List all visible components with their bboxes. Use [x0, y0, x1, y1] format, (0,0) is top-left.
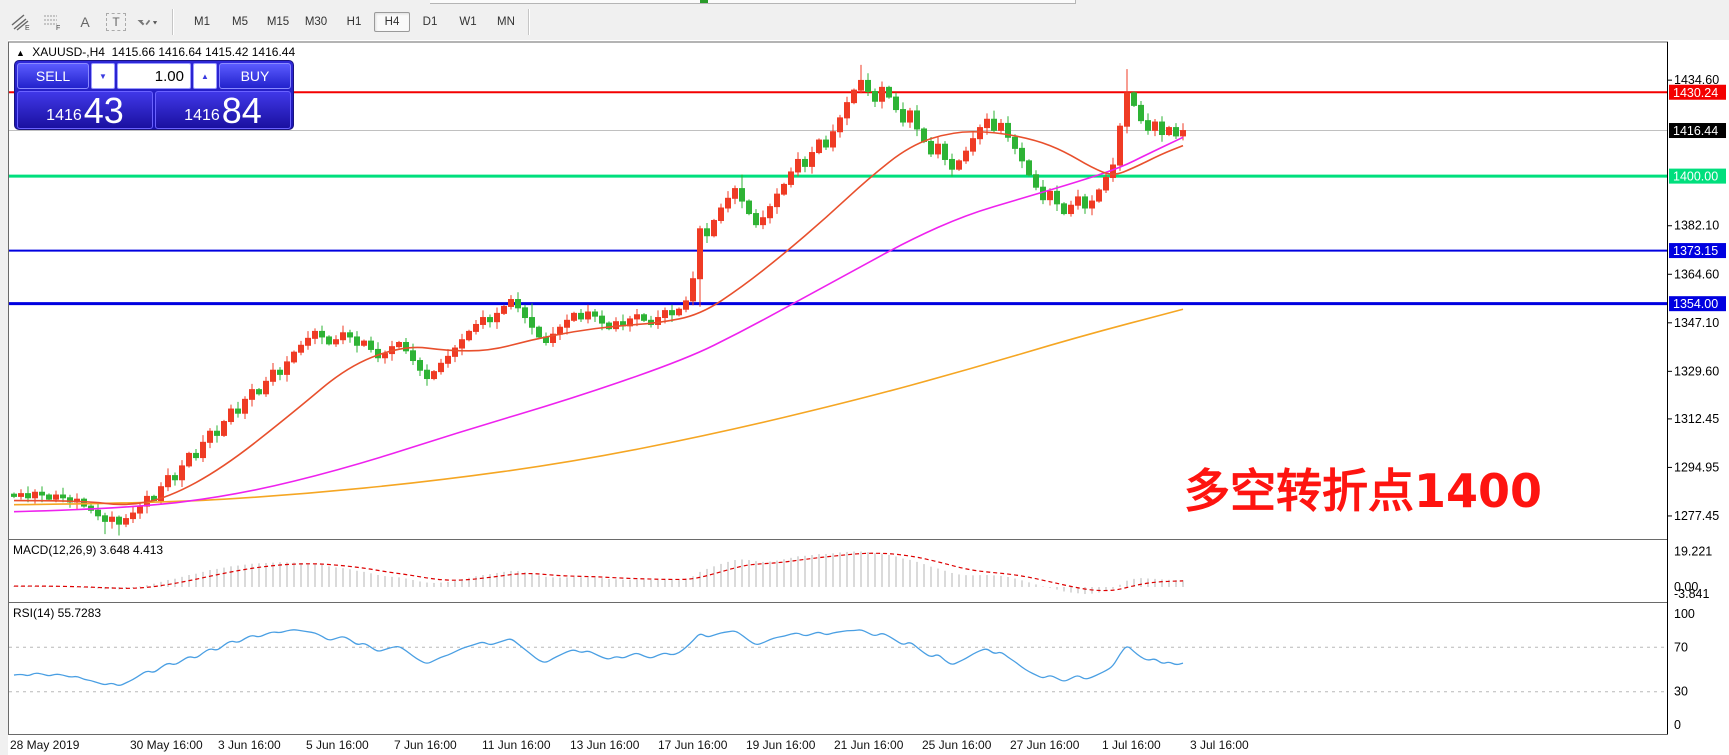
svg-text:1 Jul 16:00: 1 Jul 16:00: [1102, 738, 1161, 752]
ask-quote-button[interactable]: 1416 84: [155, 91, 291, 129]
svg-text:13 Jun 16:00: 13 Jun 16:00: [570, 738, 640, 752]
svg-text:1329.60: 1329.60: [1674, 364, 1719, 378]
volume-input[interactable]: [117, 63, 191, 89]
bid-prefix: 1416: [46, 108, 82, 124]
tf-button-h4[interactable]: H4: [374, 12, 410, 32]
chart-title-bar: ▲ XAUUSD-,H4 1415.66 1416.64 1415.42 141…: [16, 45, 295, 59]
text-label-icon[interactable]: T: [106, 13, 126, 31]
tf-button-m5[interactable]: M5: [222, 12, 258, 32]
symbol-period-label: XAUUSD-,H4: [32, 45, 105, 59]
volume-decrease-button[interactable]: ▼: [91, 63, 115, 89]
svg-text:1364.60: 1364.60: [1674, 267, 1719, 281]
svg-text:17 Jun 16:00: 17 Jun 16:00: [658, 738, 728, 752]
one-click-trading-panel: SELL ▼ ▲ BUY 1416 43 1416 84: [14, 60, 294, 130]
toolbar-separator: [528, 9, 530, 35]
svg-text:25 Jun 16:00: 25 Jun 16:00: [922, 738, 992, 752]
bid-big-digits: 43: [84, 94, 124, 127]
equidistant-channel-icon[interactable]: E: [10, 11, 32, 33]
ohlc-readout: 1415.66 1416.64 1415.42 1416.44: [112, 45, 296, 59]
annotation-text: 多空转折点1400: [1184, 464, 1542, 518]
toolbar-separator: [172, 9, 174, 35]
toolbar: E F A T M1 M5 M15 M30 H1 H4 D1 W1 MN: [0, 4, 1729, 40]
svg-text:19.221: 19.221: [1674, 544, 1712, 558]
svg-text:7 Jun 16:00: 7 Jun 16:00: [394, 738, 457, 752]
svg-text:1277.45: 1277.45: [1674, 509, 1719, 523]
svg-text:1382.10: 1382.10: [1674, 219, 1719, 233]
annotation-layer: 多空转折点1400: [1184, 464, 1542, 518]
line-studies-toolbar: E F A T: [0, 11, 168, 33]
chart-canvas[interactable]: 1434.601382.101364.601347.101329.601312.…: [8, 40, 1729, 755]
tf-button-d1[interactable]: D1: [412, 12, 448, 32]
fibonacci-icon[interactable]: F: [42, 11, 64, 33]
timeframe-toolbar: M1 M5 M15 M30 H1 H4 D1 W1 MN: [178, 12, 524, 32]
svg-text:27 Jun 16:00: 27 Jun 16:00: [1010, 738, 1080, 752]
svg-text:30: 30: [1674, 685, 1688, 699]
macd-label: MACD(12,26,9) 3.648 4.413: [13, 543, 163, 557]
time-axis: 28 May 2019 30 May 16:00 3 Jun 16:00 5 Jun …: [10, 738, 1249, 752]
svg-text:21 Jun 16:00: 21 Jun 16:00: [834, 738, 904, 752]
svg-text:1294.95: 1294.95: [1674, 460, 1719, 474]
chart-window: ▲ XAUUSD-,H4 1415.66 1416.64 1415.42 141…: [8, 40, 1729, 755]
bid-quote-button[interactable]: 1416 43: [17, 91, 153, 129]
top-strip-icon-fragment: [700, 0, 708, 3]
svg-text:11 Jun 16:00: 11 Jun 16:00: [482, 738, 551, 752]
tf-button-w1[interactable]: W1: [450, 12, 486, 32]
tf-button-h1[interactable]: H1: [336, 12, 372, 32]
svg-text:3 Jun 16:00: 3 Jun 16:00: [218, 738, 281, 752]
arrow-tools-icon[interactable]: [136, 11, 158, 33]
svg-text:1416.44: 1416.44: [1673, 124, 1718, 138]
svg-text:1354.00: 1354.00: [1673, 297, 1718, 311]
tf-button-m15[interactable]: M15: [260, 12, 296, 32]
ask-big-digits: 84: [222, 94, 262, 127]
tf-button-mn[interactable]: MN: [488, 12, 524, 32]
svg-text:30 May 16:00: 30 May 16:00: [130, 738, 203, 752]
buy-button[interactable]: BUY: [219, 63, 291, 89]
svg-text:1430.24: 1430.24: [1673, 86, 1718, 100]
svg-text:100: 100: [1674, 607, 1695, 621]
svg-text:1312.45: 1312.45: [1674, 412, 1719, 426]
svg-text:0: 0: [1674, 718, 1681, 732]
tf-button-m1[interactable]: M1: [184, 12, 220, 32]
svg-text:5 Jun 16:00: 5 Jun 16:00: [306, 738, 369, 752]
collapse-icon[interactable]: ▲: [16, 48, 25, 58]
text-icon[interactable]: A: [74, 11, 96, 33]
tf-button-m30[interactable]: M30: [298, 12, 334, 32]
svg-text:-3.841: -3.841: [1674, 587, 1709, 601]
svg-text:1400.00: 1400.00: [1673, 170, 1718, 184]
svg-text:F: F: [56, 25, 60, 31]
svg-text:E: E: [25, 25, 30, 31]
rsi-label: RSI(14) 55.7283: [13, 606, 101, 620]
svg-text:28 May 2019: 28 May 2019: [10, 738, 80, 752]
svg-text:70: 70: [1674, 640, 1688, 654]
svg-text:3 Jul 16:00: 3 Jul 16:00: [1190, 738, 1249, 752]
volume-increase-button[interactable]: ▲: [193, 63, 217, 89]
svg-text:19 Jun 16:00: 19 Jun 16:00: [746, 738, 816, 752]
ask-prefix: 1416: [184, 108, 220, 124]
svg-text:1347.10: 1347.10: [1674, 316, 1719, 330]
svg-text:1373.15: 1373.15: [1673, 244, 1718, 258]
sell-button[interactable]: SELL: [17, 63, 89, 89]
